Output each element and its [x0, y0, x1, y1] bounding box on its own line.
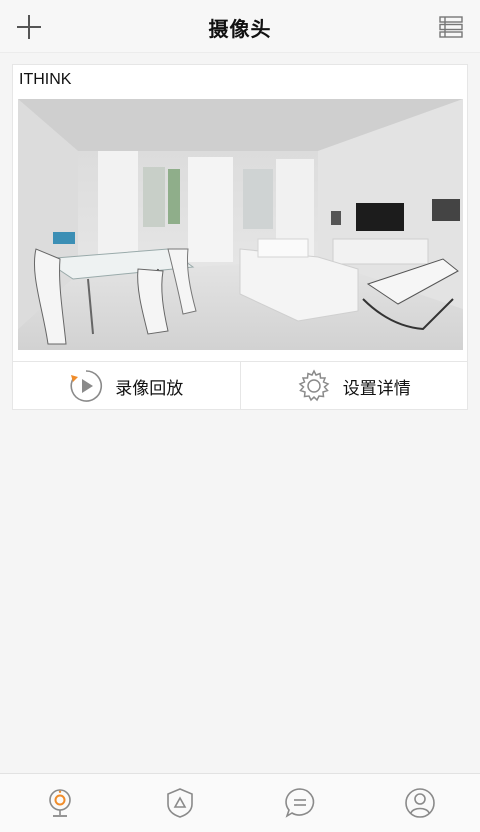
camera-actions: 录像回放 设置详情: [13, 361, 467, 410]
page-title: 摄像头: [208, 17, 272, 41]
list-icon[interactable]: [439, 16, 463, 38]
playback-button[interactable]: 录像回放: [13, 362, 240, 410]
settings-label: 设置详情: [342, 378, 411, 399]
camera-preview-image[interactable]: [18, 99, 463, 350]
shield-icon: [167, 788, 193, 818]
playback-icon: [69, 369, 103, 403]
tab-profile[interactable]: [360, 774, 480, 832]
tab-camera[interactable]: [0, 774, 120, 832]
user-icon: [405, 788, 435, 818]
webcam-icon: [49, 789, 71, 817]
playback-label: 录像回放: [115, 378, 184, 399]
chat-icon: [285, 788, 315, 818]
tab-messages[interactable]: [240, 774, 360, 832]
camera-card: ITHINK 录像回放 设置详情: [12, 64, 468, 410]
tab-security[interactable]: [120, 774, 240, 832]
gear-icon: [297, 369, 331, 403]
settings-button[interactable]: 设置详情: [239, 362, 468, 410]
bottom-tab-bar: [0, 773, 480, 832]
top-bar: 摄像头: [0, 0, 480, 53]
camera-name: ITHINK: [19, 71, 72, 88]
